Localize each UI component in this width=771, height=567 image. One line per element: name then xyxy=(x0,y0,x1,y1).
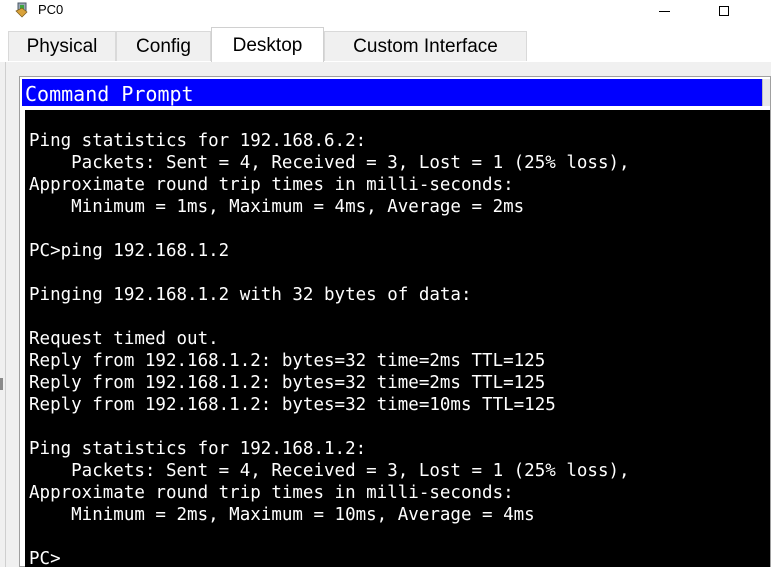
command-prompt-window: Command Prompt Ping statistics for 192.1… xyxy=(19,76,771,567)
command-prompt-title-bar: Command Prompt xyxy=(22,79,762,106)
terminal-line: PC>ping 192.168.1.2 xyxy=(29,241,230,261)
terminal-line: Approximate round trip times in milli-se… xyxy=(29,483,514,503)
terminal-output[interactable]: Ping statistics for 192.168.6.2: Packets… xyxy=(25,110,770,567)
terminal-line: Reply from 192.168.1.2: bytes=32 time=2m… xyxy=(29,373,546,393)
terminal-line: Ping statistics for 192.168.6.2: xyxy=(29,131,367,151)
maximize-button[interactable] xyxy=(701,0,747,22)
maximize-icon xyxy=(719,6,729,16)
tab-custom-interface[interactable]: Custom Interface xyxy=(324,31,527,61)
terminal-line: Reply from 192.168.1.2: bytes=32 time=2m… xyxy=(29,351,546,371)
minimize-icon xyxy=(658,10,670,12)
pc-app-icon xyxy=(15,2,31,18)
terminal-lines: Ping statistics for 192.168.6.2: Packets… xyxy=(29,130,630,567)
terminal-line: Packets: Sent = 4, Received = 3, Lost = … xyxy=(29,461,630,481)
window-title: PC0 xyxy=(38,2,64,17)
tab-desktop[interactable]: Desktop xyxy=(211,27,324,63)
side-marker xyxy=(0,378,3,390)
terminal-line: Pinging 192.168.1.2 with 32 bytes of dat… xyxy=(29,285,472,305)
tab-strip: Physical Config Custom Interface Desktop xyxy=(0,22,771,63)
terminal-line: Packets: Sent = 4, Received = 3, Lost = … xyxy=(29,153,630,173)
terminal-line: Request timed out. xyxy=(29,329,219,349)
pc0-window: PC0 Physical Config Custom Interface Des… xyxy=(0,0,771,567)
terminal-line: Ping statistics for 192.168.1.2: xyxy=(29,439,367,459)
terminal-line: Approximate round trip times in milli-se… xyxy=(29,175,514,195)
tab-physical[interactable]: Physical xyxy=(8,31,116,61)
command-prompt-close-area[interactable] xyxy=(762,79,770,106)
title-bar: PC0 xyxy=(0,0,771,22)
command-prompt-title: Command Prompt xyxy=(25,82,194,106)
terminal-line: Reply from 192.168.1.2: bytes=32 time=10… xyxy=(29,395,556,415)
minimize-button[interactable] xyxy=(641,0,687,22)
tab-config[interactable]: Config xyxy=(116,31,211,61)
terminal-line: PC> xyxy=(29,549,61,567)
terminal-line: Minimum = 1ms, Maximum = 4ms, Average = … xyxy=(29,197,525,217)
terminal-line: Minimum = 2ms, Maximum = 10ms, Average =… xyxy=(29,505,535,525)
